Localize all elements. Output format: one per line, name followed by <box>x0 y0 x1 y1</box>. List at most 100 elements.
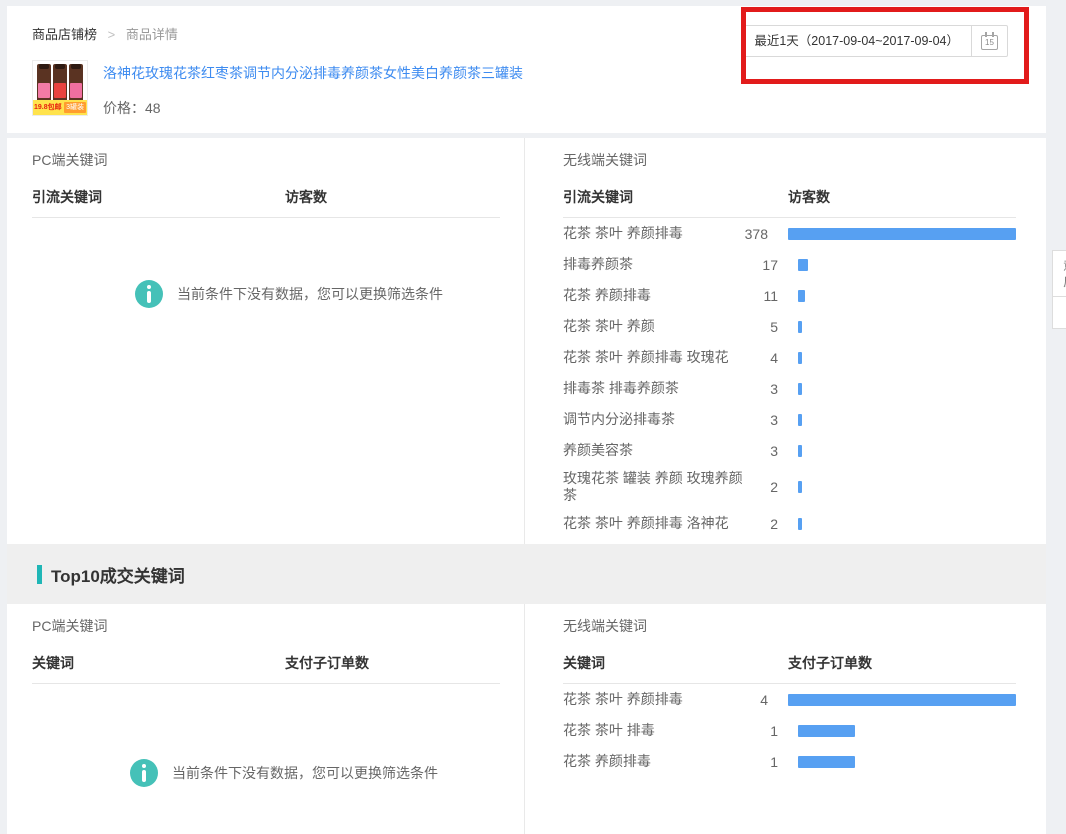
value-bar <box>798 321 802 333</box>
keyword-cell: 花茶 茶叶 养颜排毒 <box>563 221 738 246</box>
deal-keywords-panel: PC端关键词 关键词 支付子订单数 当前条件下没有数据，您可以更换筛选条件 无线… <box>7 604 1046 834</box>
jar-graphic <box>69 64 83 101</box>
keyword-cell: 花茶 茶叶 养颜排毒 玫瑰花 <box>563 345 748 370</box>
deal-section-band: Top10成交关键词 <box>7 544 1046 604</box>
deal-keyword-rows: 花茶 茶叶 养颜排毒4花茶 茶叶 排毒1花茶 养颜排毒1 <box>563 684 1046 777</box>
keyword-cell: 养颜美容茶 <box>563 438 748 463</box>
table-row: 调节内分泌排毒茶3 <box>563 404 1016 435</box>
value-cell: 378 <box>738 226 768 242</box>
pc-keywords-subtitle: PC端关键词 <box>32 616 524 636</box>
traffic-keywords-panel: PC端关键词 引流关键词 访客数 当前条件下没有数据，您可以更换筛选条件 无线端… <box>7 138 1046 544</box>
value-bar <box>798 414 802 426</box>
column-header-value: 访客数 <box>788 187 830 207</box>
keyword-cell: 排毒养颜茶 <box>563 252 748 277</box>
value-cell: 17 <box>748 257 778 273</box>
value-bar <box>798 445 802 457</box>
keyword-cell: 花茶 茶叶 养颜排毒 洛神花 <box>563 511 748 536</box>
product-summary: 19.8包邮 3罐装 洛神花玫瑰花茶红枣茶调节内分泌排毒养颜茶女性美白养颜茶三罐… <box>32 60 1046 118</box>
table-row: 玫瑰花茶 罐装 养颜 玫瑰养颜茶2 <box>563 466 1016 508</box>
value-bar <box>788 228 1016 240</box>
product-price: 价格：48 <box>103 98 523 118</box>
empty-state-text: 当前条件下没有数据，您可以更换筛选条件 <box>172 763 438 783</box>
table-row: 花茶 茶叶 养颜排毒4 <box>563 684 1016 715</box>
value-cell: 4 <box>748 350 778 366</box>
value-bar <box>798 481 802 493</box>
table-header: 关键词 支付子订单数 <box>563 653 1016 684</box>
breadcrumb-separator: > <box>108 27 116 42</box>
traffic-keyword-rows: 花茶 茶叶 养颜排毒378排毒养颜茶17花茶 养颜排毒11花茶 茶叶 养颜5花茶… <box>563 218 1046 539</box>
calendar-button[interactable]: 15 <box>971 26 1007 56</box>
breadcrumb-current: 商品详情 <box>126 27 178 42</box>
table-row: 花茶 茶叶 排毒1 <box>563 715 1016 746</box>
date-range-label: 最近1天（2017-09-04~2017-09-04） <box>742 26 971 56</box>
traffic-pc-column: PC端关键词 引流关键词 访客数 当前条件下没有数据，您可以更换筛选条件 <box>7 138 525 544</box>
column-header-keyword: 关键词 <box>32 653 285 673</box>
traffic-wireless-column: 无线端关键词 引流关键词 访客数 花茶 茶叶 养颜排毒378排毒养颜茶17花茶 … <box>525 138 1046 544</box>
keyword-cell: 花茶 茶叶 排毒 <box>563 718 748 743</box>
keyword-cell: 玫瑰花茶 罐装 养颜 玫瑰养颜茶 <box>563 466 748 508</box>
calendar-icon: 15 <box>981 35 998 50</box>
info-icon <box>130 759 158 787</box>
header-panel: 商品店铺榜 > 商品详情 19.8包邮 3罐装 洛神花玫瑰花茶红枣茶调节内分泌排… <box>7 6 1046 133</box>
value-cell: 3 <box>748 381 778 397</box>
value-cell: 1 <box>748 754 778 770</box>
deal-wireless-column: 无线端关键词 关键词 支付子订单数 花茶 茶叶 养颜排毒4花茶 茶叶 排毒1花茶… <box>525 604 1046 834</box>
value-bar <box>798 756 855 768</box>
side-secondary-button[interactable] <box>1052 296 1066 329</box>
empty-state: 当前条件下没有数据，您可以更换筛选条件 <box>130 759 438 787</box>
info-icon <box>135 280 163 308</box>
keyword-cell: 花茶 茶叶 养颜 <box>563 314 748 339</box>
keyword-cell: 花茶 养颜排毒 <box>563 749 748 774</box>
product-title-link[interactable]: 洛神花玫瑰花茶红枣茶调节内分泌排毒养颜茶女性美白养颜茶三罐装 <box>103 63 523 83</box>
value-bar <box>798 290 805 302</box>
value-cell: 1 <box>748 723 778 739</box>
badge-pack-text: 3罐装 <box>64 102 86 113</box>
value-bar <box>798 518 802 530</box>
keyword-cell: 花茶 养颜排毒 <box>563 283 748 308</box>
breadcrumb-parent-link[interactable]: 商品店铺榜 <box>32 27 97 42</box>
empty-state-text: 当前条件下没有数据，您可以更换筛选条件 <box>177 284 443 304</box>
column-header-value: 访客数 <box>285 187 327 207</box>
section-title: Top10成交关键词 <box>37 562 185 587</box>
keyword-cell: 调节内分泌排毒茶 <box>563 407 748 432</box>
table-header: 引流关键词 访客数 <box>563 187 1016 218</box>
badge-price-text: 19.8包邮 <box>33 100 62 115</box>
value-cell: 11 <box>748 288 778 304</box>
value-bar <box>798 725 855 737</box>
section-accent-bar <box>37 565 42 584</box>
value-cell: 2 <box>748 516 778 532</box>
value-cell: 3 <box>748 412 778 428</box>
column-header-keyword: 引流关键词 <box>563 187 788 207</box>
column-header-value: 支付子订单数 <box>788 653 872 673</box>
table-row: 花茶 茶叶 养颜排毒 玫瑰花4 <box>563 342 1016 373</box>
keyword-cell: 花茶 茶叶 养颜排毒 <box>563 687 738 712</box>
product-thumbnail-art <box>33 61 87 101</box>
wireless-keywords-subtitle: 无线端关键词 <box>563 616 1046 636</box>
pc-keywords-subtitle: PC端关键词 <box>32 150 524 170</box>
table-row: 花茶 养颜排毒1 <box>563 746 1016 777</box>
page: { "breadcrumb": { "parent": "商品店铺榜", "se… <box>0 0 1066 834</box>
column-header-value: 支付子订单数 <box>285 653 369 673</box>
table-row: 花茶 茶叶 养颜排毒 洛神花2 <box>563 508 1016 539</box>
value-bar <box>788 694 1016 706</box>
value-cell: 2 <box>748 479 778 495</box>
product-thumbnail[interactable]: 19.8包邮 3罐装 <box>32 60 88 116</box>
value-bar <box>798 383 802 395</box>
empty-state: 当前条件下没有数据，您可以更换筛选条件 <box>135 280 443 308</box>
feedback-button[interactable]: 意 反 <box>1052 250 1066 297</box>
feedback-char-1: 意 <box>1053 258 1066 274</box>
thumbnail-promo-badge: 19.8包邮 3罐装 <box>33 100 87 115</box>
product-info: 洛神花玫瑰花茶红枣茶调节内分泌排毒养颜茶女性美白养颜茶三罐装 价格：48 <box>103 60 523 118</box>
column-header-keyword: 关键词 <box>563 653 788 673</box>
jar-graphic <box>37 64 51 101</box>
jar-graphic <box>53 64 67 101</box>
value-bar <box>798 352 802 364</box>
calendar-day-number: 15 <box>982 36 997 49</box>
column-header-keyword: 引流关键词 <box>32 187 285 207</box>
value-bar <box>798 259 808 271</box>
table-row: 花茶 茶叶 养颜5 <box>563 311 1016 342</box>
section-title-text: Top10成交关键词 <box>51 562 185 587</box>
date-range-picker[interactable]: 最近1天（2017-09-04~2017-09-04） 15 <box>741 25 1008 57</box>
side-feedback-widget: 意 反 <box>1052 250 1066 329</box>
feedback-char-2: 反 <box>1053 274 1066 290</box>
